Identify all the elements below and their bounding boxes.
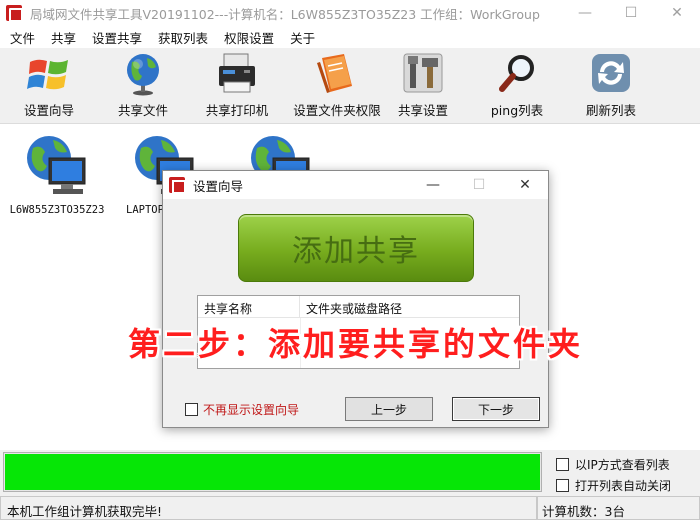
- share-settings-button[interactable]: 共享设置: [378, 52, 468, 122]
- no-show-wizard-label: 不再显示设置向导: [203, 403, 300, 417]
- ip-view-label: 以IP方式查看列表: [575, 458, 670, 472]
- ping-list-button[interactable]: ping列表: [472, 52, 562, 122]
- refresh-icon: [592, 54, 630, 92]
- menu-share[interactable]: 共享: [41, 28, 82, 47]
- tool-label: 共享文件: [117, 103, 168, 118]
- printer-icon: [219, 53, 255, 93]
- next-step-button[interactable]: 下一步: [452, 397, 540, 421]
- refresh-list-button[interactable]: 刷新列表: [566, 52, 656, 122]
- tool-label: 共享打印机: [205, 103, 269, 118]
- window-controls: — ☐ ✕: [562, 0, 700, 26]
- bottom-panel: 以IP方式查看列表 打开列表自动关闭 本机工作组计算机获取完毕! 计算机数：3台: [0, 450, 700, 520]
- app-icon: [6, 5, 23, 22]
- computer-item[interactable]: L6W855Z3TO35Z23: [2, 134, 112, 216]
- app-icon: [169, 177, 186, 194]
- tool-label: 设置向导: [23, 103, 74, 118]
- network-computer-icon: [27, 136, 86, 194]
- menu-set-share[interactable]: 设置共享: [82, 28, 148, 47]
- auto-close-label: 打开列表自动关闭: [575, 479, 672, 493]
- windows-logo-icon: [27, 59, 68, 90]
- progress-bar: [3, 452, 542, 492]
- column-header-share-name[interactable]: 共享名称: [198, 296, 300, 317]
- toolbar: 设置向导 共享文件 共享打印机 设置文件夹权限 共享设置 ping列表 刷新列表: [0, 48, 700, 124]
- tool-label: 刷新列表: [585, 103, 636, 118]
- title-bar: 局域网文件共享工具V20191102---计算机名：L6W855Z3TO35Z2…: [0, 0, 700, 26]
- share-table-header: 共享名称 文件夹或磁盘路径: [198, 296, 519, 318]
- dialog-maximize-button: ☐: [472, 177, 486, 193]
- previous-step-button[interactable]: 上一步: [345, 397, 433, 421]
- globe-icon: [127, 54, 159, 96]
- close-button[interactable]: ✕: [654, 0, 700, 26]
- menu-permissions[interactable]: 权限设置: [214, 28, 280, 47]
- add-share-label: 添加共享: [292, 234, 420, 269]
- progress-fill: [5, 454, 540, 490]
- menu-get-list[interactable]: 获取列表: [148, 28, 214, 47]
- menu-bar: 文件 共享 设置共享 获取列表 权限设置 关于: [0, 26, 700, 48]
- dialog-close-button[interactable]: ✕: [502, 171, 548, 199]
- menu-file[interactable]: 文件: [0, 28, 41, 47]
- magnifier-icon: [499, 55, 534, 92]
- menu-about[interactable]: 关于: [280, 28, 321, 47]
- maximize-button[interactable]: ☐: [608, 0, 654, 26]
- auto-close-checkbox[interactable]: [556, 479, 569, 492]
- dialog-minimize-button[interactable]: —: [410, 171, 456, 199]
- tools-icon: [403, 53, 443, 93]
- folder-book-icon: [317, 54, 352, 93]
- computer-name: L6W855Z3TO35Z23: [9, 204, 105, 216]
- computer-count: 计算机数：3台: [537, 496, 700, 520]
- ip-view-checkbox[interactable]: [556, 458, 569, 471]
- no-show-wizard-checkbox[interactable]: [185, 403, 198, 416]
- step-annotation: 第二步：添加要共享的文件夹: [128, 325, 584, 363]
- tool-label: 共享设置: [397, 103, 448, 118]
- tool-label: 设置文件夹权限: [293, 103, 381, 118]
- share-printer-button[interactable]: 共享打印机: [192, 52, 282, 122]
- dialog-title-bar: 设置向导 — ☐ ✕: [163, 171, 548, 199]
- tool-label: ping列表: [490, 103, 544, 118]
- window-title: 局域网文件共享工具V20191102---计算机名：L6W855Z3TO35Z2…: [30, 6, 540, 22]
- setup-wizard-button[interactable]: 设置向导: [4, 52, 94, 122]
- dialog-controls: — ☐ ✕: [410, 171, 548, 199]
- dialog-title: 设置向导: [193, 178, 244, 194]
- folder-permissions-button[interactable]: 设置文件夹权限: [284, 52, 390, 122]
- ip-view-option[interactable]: 以IP方式查看列表: [556, 456, 670, 473]
- minimize-button[interactable]: —: [562, 0, 608, 26]
- add-share-button[interactable]: 添加共享: [238, 214, 474, 282]
- column-header-folder-path[interactable]: 文件夹或磁盘路径: [300, 296, 408, 317]
- status-message: 本机工作组计算机获取完毕!: [0, 496, 537, 520]
- auto-close-option[interactable]: 打开列表自动关闭: [556, 477, 671, 494]
- no-show-wizard-option[interactable]: 不再显示设置向导: [185, 401, 299, 418]
- setup-wizard-dialog: 设置向导 — ☐ ✕ 添加共享 共享名称 文件夹或磁盘路径 不再显示设置向导 上…: [162, 170, 549, 428]
- share-files-button[interactable]: 共享文件: [98, 52, 188, 122]
